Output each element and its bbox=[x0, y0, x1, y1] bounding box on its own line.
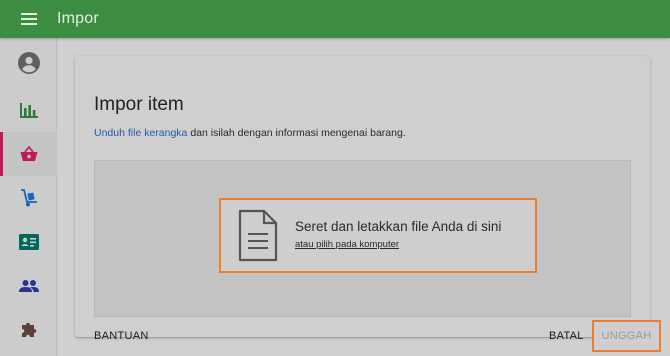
document-icon bbox=[238, 209, 278, 261]
cancel-button[interactable]: BATAL bbox=[549, 330, 584, 342]
card-title: Impor item bbox=[94, 94, 184, 115]
help-button[interactable]: BANTUAN bbox=[94, 330, 149, 342]
sidebar-item-sales[interactable] bbox=[0, 132, 57, 176]
bar-chart-icon bbox=[19, 103, 38, 118]
sidebar-item-contacts[interactable] bbox=[0, 220, 57, 264]
drop-instruction: Seret dan letakkan file Anda di sini bbox=[295, 219, 502, 234]
drop-target-box[interactable]: Seret dan letakkan file Anda di sini ata… bbox=[219, 198, 537, 273]
main-content: Impor item Unduh file kerangka dan isila… bbox=[58, 38, 670, 356]
sidebar-item-people[interactable] bbox=[0, 264, 57, 308]
people-icon bbox=[18, 280, 39, 292]
sidebar bbox=[0, 38, 57, 356]
hamburger-menu-icon[interactable] bbox=[21, 13, 37, 25]
hand-truck-icon bbox=[20, 189, 37, 207]
page-title: Impor bbox=[57, 10, 99, 27]
sidebar-item-inventory[interactable] bbox=[0, 176, 57, 220]
import-card: Impor item Unduh file kerangka dan isila… bbox=[75, 56, 661, 352]
app-bar: Impor bbox=[0, 0, 670, 38]
drop-zone[interactable]: Seret dan letakkan file Anda di sini ata… bbox=[94, 160, 631, 317]
drop-text-group: Seret dan letakkan file Anda di sini ata… bbox=[295, 219, 501, 252]
contact-card-icon bbox=[18, 234, 39, 250]
basket-icon bbox=[20, 146, 37, 161]
sidebar-item-account[interactable] bbox=[0, 41, 57, 85]
description-text: dan isilah dengan informasi mengenai bar… bbox=[187, 127, 406, 139]
download-template-link[interactable]: Unduh file kerangka bbox=[94, 127, 187, 139]
puzzle-icon bbox=[21, 322, 36, 337]
sidebar-item-extensions[interactable] bbox=[0, 308, 57, 352]
choose-file-link[interactable]: atau pilih pada komputer bbox=[295, 239, 399, 250]
account-circle-icon bbox=[17, 52, 40, 74]
sidebar-item-reports[interactable] bbox=[0, 88, 57, 132]
upload-button[interactable]: UNGGAH bbox=[592, 320, 661, 352]
card-description: Unduh file kerangka dan isilah dengan in… bbox=[94, 127, 406, 139]
